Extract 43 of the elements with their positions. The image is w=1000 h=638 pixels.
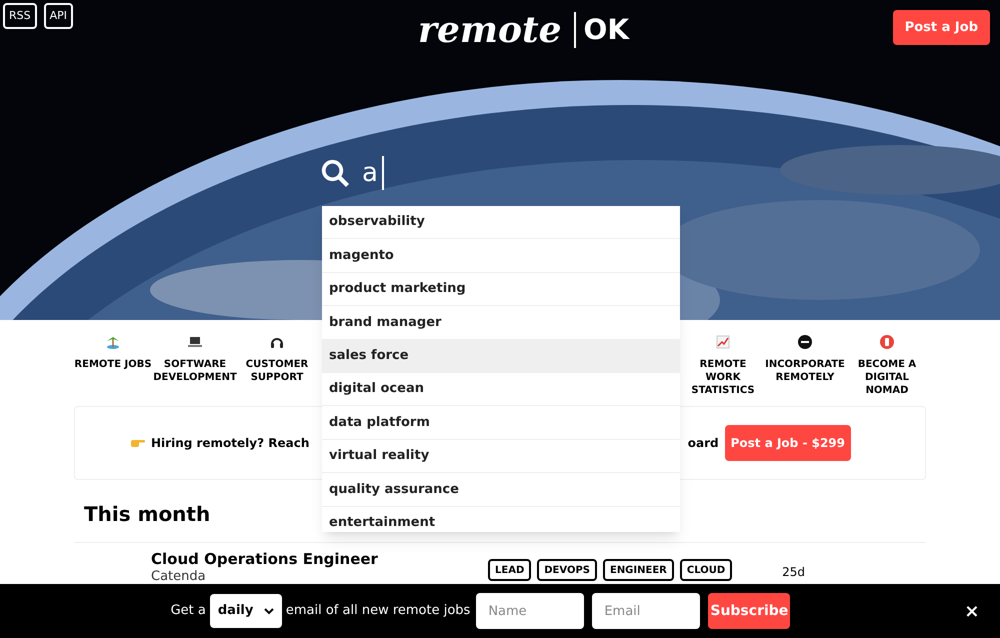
- close-button[interactable]: ×: [964, 598, 980, 624]
- suggestion-item[interactable]: product marketing: [322, 272, 680, 306]
- suggestion-item[interactable]: virtual reality: [322, 440, 680, 474]
- suggestion-item[interactable]: data platform: [322, 406, 680, 440]
- header-link[interactable]: RSS: [3, 3, 37, 29]
- suggestion-item[interactable]: quality assurance: [322, 473, 680, 507]
- palm-tree-icon: [105, 334, 121, 350]
- laptop-icon: [187, 334, 203, 350]
- frequency-select[interactable]: daily: [210, 594, 282, 628]
- subscribe-text: email of all new remote jobs: [286, 602, 470, 620]
- category-link[interactable]: SOFTWARE DEVELOPMENT: [153, 358, 237, 384]
- suggestion-item[interactable]: sales force: [322, 340, 680, 373]
- pointing-hand-icon: [131, 438, 145, 448]
- banner-text: oard: [688, 435, 719, 452]
- job-age: 25d: [782, 564, 806, 581]
- suggestion-item[interactable]: brand manager: [322, 306, 680, 340]
- logo-text[interactable]: remote: [418, 10, 562, 50]
- job-title[interactable]: Cloud Operations Engineer: [151, 549, 411, 569]
- chevron-down-icon: [264, 608, 274, 614]
- suggestion-item[interactable]: entertainment: [322, 506, 680, 532]
- category-link[interactable]: BECOME A DIGITAL NOMAD: [846, 358, 928, 397]
- chart-icon: [715, 334, 731, 350]
- email-field[interactable]: Email: [592, 593, 700, 629]
- name-field[interactable]: Name: [476, 593, 584, 629]
- company-name: Catenda: [151, 569, 207, 585]
- suggestion-item[interactable]: digital ocean: [322, 372, 680, 406]
- job-tag[interactable]: LEAD: [488, 559, 532, 581]
- banner-text: Hiring remotely? Reach: [151, 435, 310, 452]
- suggestion-item[interactable]: magento: [322, 239, 680, 273]
- section-title: This month: [84, 501, 210, 528]
- search-icon: [320, 158, 350, 188]
- header-link[interactable]: API: [44, 3, 74, 29]
- category-link[interactable]: REMOTE WORK STATISTICS: [682, 358, 764, 397]
- job-tag[interactable]: ENGINEER: [602, 559, 674, 581]
- job-tag[interactable]: DEVOPS: [537, 559, 597, 581]
- category-link[interactable]: REMOTE JOBS: [74, 358, 152, 371]
- job-tag[interactable]: CLOUD: [680, 559, 732, 581]
- search-field[interactable]: a: [362, 153, 662, 193]
- logo-text[interactable]: OK: [574, 12, 630, 48]
- subscribe-text: Get a: [170, 602, 206, 620]
- suggestion-item[interactable]: observability: [322, 206, 680, 240]
- category-link[interactable]: CUSTOMER SUPPORT: [236, 358, 318, 384]
- category-link[interactable]: INCORPORATE REMOTELY: [764, 358, 846, 384]
